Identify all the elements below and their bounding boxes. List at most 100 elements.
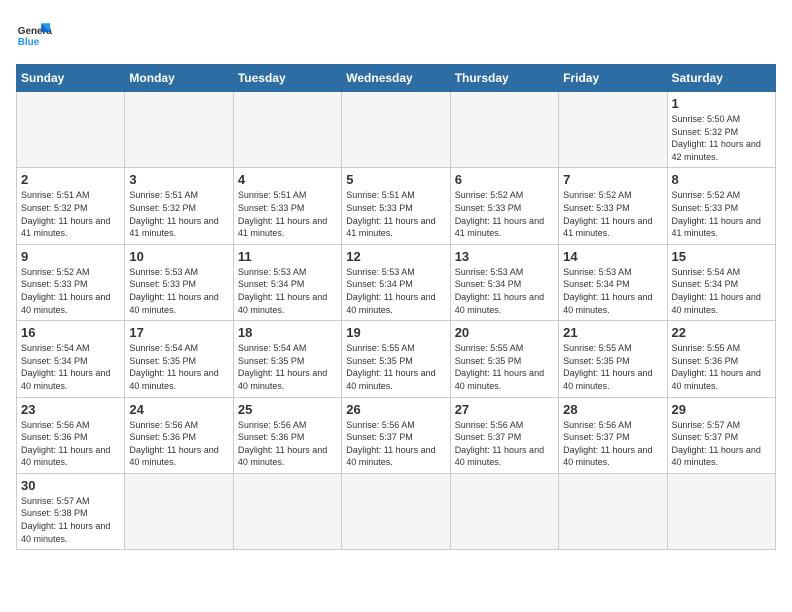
calendar-day-cell [233, 473, 341, 549]
calendar-day-cell [342, 92, 450, 168]
day-info: Sunrise: 5:56 AMSunset: 5:37 PMDaylight:… [563, 419, 662, 469]
day-number: 23 [21, 402, 120, 417]
calendar-day-cell: 24Sunrise: 5:56 AMSunset: 5:36 PMDayligh… [125, 397, 233, 473]
day-number: 7 [563, 172, 662, 187]
calendar-header-row: SundayMondayTuesdayWednesdayThursdayFrid… [17, 65, 776, 92]
day-info: Sunrise: 5:51 AMSunset: 5:33 PMDaylight:… [238, 189, 337, 239]
day-info: Sunrise: 5:55 AMSunset: 5:35 PMDaylight:… [346, 342, 445, 392]
calendar-day-cell: 21 Sunrise: 5:55 AMSunset: 5:35 PMDayligh… [559, 321, 667, 397]
day-info: Sunrise: 5:53 AMSunset: 5:34 PMDaylight:… [455, 266, 554, 316]
day-number: 10 [129, 249, 228, 264]
day-number: 4 [238, 172, 337, 187]
calendar-day-cell: 27Sunrise: 5:56 AMSunset: 5:37 PMDayligh… [450, 397, 558, 473]
calendar-day-cell [17, 92, 125, 168]
day-info: Sunrise: 5:50 AMSunset: 5:32 PMDaylight:… [672, 113, 771, 163]
calendar-day-cell: 18 Sunrise: 5:54 AMSunset: 5:35 PMDayligh… [233, 321, 341, 397]
calendar-day-cell: 22 Sunrise: 5:55 AMSunset: 5:36 PMDayligh… [667, 321, 775, 397]
calendar-week-row: 2Sunrise: 5:51 AMSunset: 5:32 PMDaylight… [17, 168, 776, 244]
calendar-day-cell: 4 Sunrise: 5:51 AMSunset: 5:33 PMDaylight… [233, 168, 341, 244]
calendar-day-cell [233, 92, 341, 168]
day-of-week-header: Wednesday [342, 65, 450, 92]
calendar-day-cell: 23 Sunrise: 5:56 AMSunset: 5:36 PMDayligh… [17, 397, 125, 473]
calendar-week-row: 23 Sunrise: 5:56 AMSunset: 5:36 PMDayligh… [17, 397, 776, 473]
day-of-week-header: Monday [125, 65, 233, 92]
day-number: 6 [455, 172, 554, 187]
day-of-week-header: Sunday [17, 65, 125, 92]
day-info: Sunrise: 5:54 AMSunset: 5:35 PMDaylight:… [129, 342, 228, 392]
day-number: 30 [21, 478, 120, 493]
day-number: 12 [346, 249, 445, 264]
day-info: Sunrise: 5:51 AMSunset: 5:33 PMDaylight:… [346, 189, 445, 239]
day-info: Sunrise: 5:56 AMSunset: 5:36 PMDaylight:… [21, 419, 120, 469]
calendar-day-cell: 13Sunrise: 5:53 AMSunset: 5:34 PMDayligh… [450, 244, 558, 320]
calendar-day-cell [450, 92, 558, 168]
day-number: 21 [563, 325, 662, 340]
day-info: Sunrise: 5:52 AMSunset: 5:33 PMDaylight:… [21, 266, 120, 316]
calendar-day-cell: 26 Sunrise: 5:56 AMSunset: 5:37 PMDayligh… [342, 397, 450, 473]
calendar-week-row: 1 Sunrise: 5:50 AMSunset: 5:32 PMDaylight… [17, 92, 776, 168]
day-info: Sunrise: 5:56 AMSunset: 5:37 PMDaylight:… [346, 419, 445, 469]
calendar-day-cell [450, 473, 558, 549]
day-number: 1 [672, 96, 771, 111]
calendar-day-cell: 2Sunrise: 5:51 AMSunset: 5:32 PMDaylight… [17, 168, 125, 244]
day-number: 20 [455, 325, 554, 340]
calendar-day-cell [342, 473, 450, 549]
day-info: Sunrise: 5:53 AMSunset: 5:33 PMDaylight:… [129, 266, 228, 316]
day-number: 14 [563, 249, 662, 264]
calendar-day-cell: 8 Sunrise: 5:52 AMSunset: 5:33 PMDaylight… [667, 168, 775, 244]
day-number: 17 [129, 325, 228, 340]
day-info: Sunrise: 5:57 AMSunset: 5:37 PMDaylight:… [672, 419, 771, 469]
calendar-day-cell: 7Sunrise: 5:52 AMSunset: 5:33 PMDaylight… [559, 168, 667, 244]
day-number: 25 [238, 402, 337, 417]
calendar-week-row: 16 Sunrise: 5:54 AMSunset: 5:34 PMDayligh… [17, 321, 776, 397]
calendar-day-cell [125, 473, 233, 549]
logo-icon: General Blue [16, 16, 52, 52]
calendar-day-cell: 1 Sunrise: 5:50 AMSunset: 5:32 PMDaylight… [667, 92, 775, 168]
day-info: Sunrise: 5:54 AMSunset: 5:35 PMDaylight:… [238, 342, 337, 392]
day-info: Sunrise: 5:55 AMSunset: 5:35 PMDaylight:… [563, 342, 662, 392]
calendar-day-cell: 29 Sunrise: 5:57 AMSunset: 5:37 PMDayligh… [667, 397, 775, 473]
day-info: Sunrise: 5:54 AMSunset: 5:34 PMDaylight:… [21, 342, 120, 392]
calendar-day-cell: 28 Sunrise: 5:56 AMSunset: 5:37 PMDayligh… [559, 397, 667, 473]
day-info: Sunrise: 5:53 AMSunset: 5:34 PMDaylight:… [346, 266, 445, 316]
calendar-day-cell: 11 Sunrise: 5:53 AMSunset: 5:34 PMDayligh… [233, 244, 341, 320]
day-number: 24 [129, 402, 228, 417]
calendar-day-cell: 3Sunrise: 5:51 AMSunset: 5:32 PMDaylight… [125, 168, 233, 244]
day-number: 27 [455, 402, 554, 417]
calendar-day-cell: 25 Sunrise: 5:56 AMSunset: 5:36 PMDayligh… [233, 397, 341, 473]
calendar-day-cell [559, 92, 667, 168]
day-number: 29 [672, 402, 771, 417]
day-number: 18 [238, 325, 337, 340]
day-number: 8 [672, 172, 771, 187]
calendar-day-cell: 9 Sunrise: 5:52 AMSunset: 5:33 PMDaylight… [17, 244, 125, 320]
calendar-day-cell: 5 Sunrise: 5:51 AMSunset: 5:33 PMDaylight… [342, 168, 450, 244]
calendar-day-cell [125, 92, 233, 168]
day-info: Sunrise: 5:56 AMSunset: 5:36 PMDaylight:… [238, 419, 337, 469]
calendar-day-cell: 15Sunrise: 5:54 AMSunset: 5:34 PMDayligh… [667, 244, 775, 320]
day-number: 11 [238, 249, 337, 264]
calendar-day-cell: 17 Sunrise: 5:54 AMSunset: 5:35 PMDayligh… [125, 321, 233, 397]
day-number: 2 [21, 172, 120, 187]
day-number: 9 [21, 249, 120, 264]
day-number: 16 [21, 325, 120, 340]
day-number: 26 [346, 402, 445, 417]
svg-text:Blue: Blue [18, 37, 40, 48]
day-info: Sunrise: 5:52 AMSunset: 5:33 PMDaylight:… [672, 189, 771, 239]
calendar-day-cell: 19Sunrise: 5:55 AMSunset: 5:35 PMDayligh… [342, 321, 450, 397]
calendar-day-cell: 20Sunrise: 5:55 AMSunset: 5:35 PMDayligh… [450, 321, 558, 397]
calendar-day-cell [667, 473, 775, 549]
calendar-week-row: 30Sunrise: 5:57 AMSunset: 5:38 PMDayligh… [17, 473, 776, 549]
day-info: Sunrise: 5:53 AMSunset: 5:34 PMDaylight:… [238, 266, 337, 316]
day-of-week-header: Friday [559, 65, 667, 92]
day-info: Sunrise: 5:52 AMSunset: 5:33 PMDaylight:… [455, 189, 554, 239]
day-info: Sunrise: 5:53 AMSunset: 5:34 PMDaylight:… [563, 266, 662, 316]
day-number: 22 [672, 325, 771, 340]
day-info: Sunrise: 5:55 AMSunset: 5:36 PMDaylight:… [672, 342, 771, 392]
calendar-day-cell: 6 Sunrise: 5:52 AMSunset: 5:33 PMDaylight… [450, 168, 558, 244]
calendar-day-cell: 30Sunrise: 5:57 AMSunset: 5:38 PMDayligh… [17, 473, 125, 549]
calendar-day-cell: 12 Sunrise: 5:53 AMSunset: 5:34 PMDayligh… [342, 244, 450, 320]
logo: General Blue [16, 16, 52, 52]
day-number: 5 [346, 172, 445, 187]
day-of-week-header: Tuesday [233, 65, 341, 92]
day-number: 28 [563, 402, 662, 417]
